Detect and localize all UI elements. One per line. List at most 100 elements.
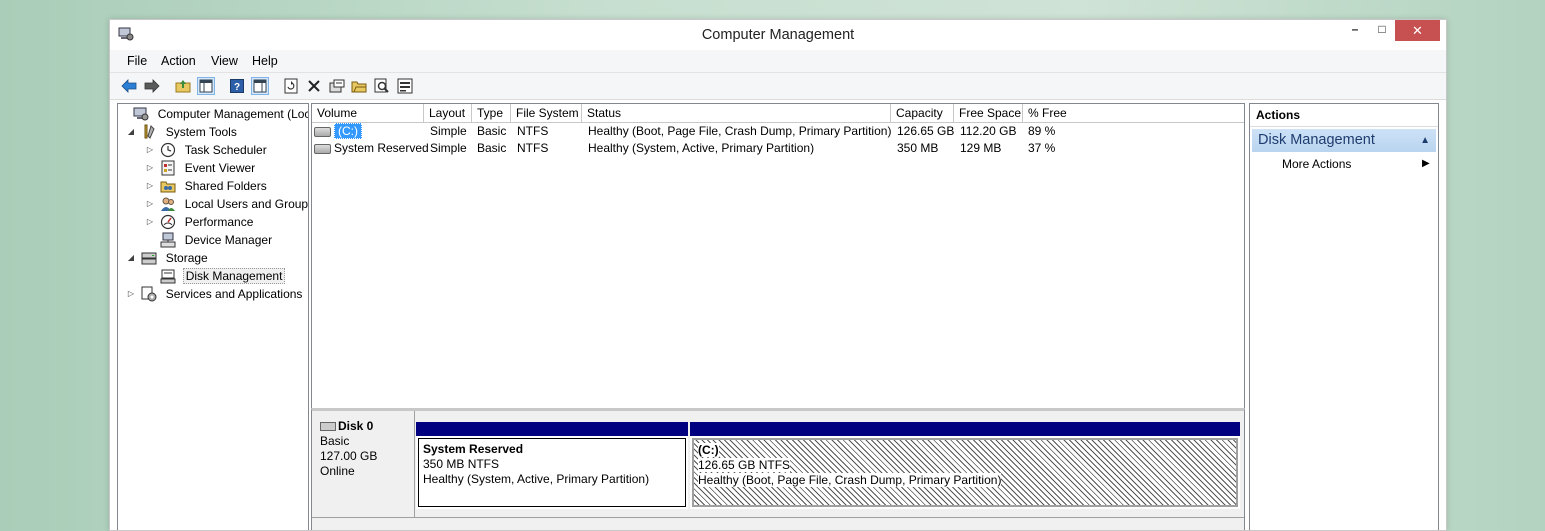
properties-icon[interactable] [328,77,346,95]
column-header-capacity[interactable]: Capacity [891,104,954,123]
menu-view[interactable]: View [211,54,238,68]
tree-item-shared-folders[interactable]: ▷ Shared Folders [145,177,269,195]
tree-expander[interactable]: ◢ [126,249,136,267]
computer-management-window: Computer Management – □ ✕ File Action Vi… [109,19,1447,531]
forward-arrow-icon[interactable] [143,77,161,95]
close-button[interactable]: ✕ [1395,20,1440,41]
minimize-button[interactable]: – [1342,22,1368,43]
tree-item-label: Event Viewer [184,161,256,175]
maximize-button[interactable]: □ [1369,22,1395,43]
disk-info[interactable]: Disk 0 Basic 127.00 GB Online [312,411,415,517]
volume-icon [314,126,331,137]
help-icon[interactable]: ? [228,77,246,95]
menu-help[interactable]: Help [252,54,278,68]
volume-icon [314,143,331,154]
open-icon[interactable] [350,77,368,95]
refresh-icon[interactable] [282,77,300,95]
partition-status: Healthy (Boot, Page File, Crash Dump, Pr… [698,473,1232,488]
storage-icon [141,252,157,265]
title-bar[interactable]: Computer Management – □ ✕ [110,20,1446,49]
partition-bar [416,422,688,436]
percent-free-cell: 37 % [1028,141,1056,155]
partition-c[interactable]: (C:) 126.65 GB NTFS Healthy (Boot, Page … [690,422,1240,509]
collapse-caret-icon[interactable]: ▲ [1420,129,1430,152]
delete-icon[interactable] [305,77,323,95]
actions-title: Actions [1250,104,1438,127]
partition-name-text: (C:) [698,443,719,457]
tree-item-label: Local Users and Groups [184,197,309,211]
find-icon[interactable] [373,77,391,95]
tree-item-label: Services and Applications [165,287,303,301]
tree-expander[interactable]: ▷ [145,159,155,177]
status-cell: Healthy (Boot, Page File, Crash Dump, Pr… [588,124,892,138]
settings-icon[interactable] [396,77,414,95]
device-manager-icon [160,232,176,248]
column-header-status[interactable]: Status [582,104,891,123]
tree-item-performance[interactable]: ▷ Performance [145,213,255,231]
system-tools-icon [144,124,155,139]
volume-list: Volume Layout Type File System Status Ca… [311,103,1245,409]
column-header-percent-free[interactable]: % Free [1023,104,1244,123]
tree-item-storage[interactable]: ◢ Storage [126,249,210,267]
layout-cell: Simple [430,141,467,155]
column-header-file-system[interactable]: File System [511,104,582,123]
tree-item-label: System Tools [165,125,237,139]
menu-file[interactable]: File [127,54,147,68]
menu-action[interactable]: Action [161,54,196,68]
tree-expander[interactable]: ◢ [126,123,136,141]
show-hide-console-tree-icon[interactable] [197,77,215,95]
column-header-volume[interactable]: Volume [312,104,424,123]
more-actions-item[interactable]: More Actions [1282,155,1351,173]
percent-free-cell: 89 % [1028,124,1056,138]
tree-item-label: Shared Folders [184,179,267,193]
submenu-arrow-icon: ▶ [1422,158,1430,169]
tree-item-local-users-groups[interactable]: ▷ Local Users and Groups [145,195,309,213]
partition-system-reserved[interactable]: System Reserved 350 MB NTFS Healthy (Sys… [416,422,688,509]
tree-expander[interactable]: ▷ [145,177,155,195]
tree-item-disk-management[interactable]: Disk Management [145,267,286,285]
free-space-cell: 129 MB [960,141,1002,155]
column-header-type[interactable]: Type [472,104,511,123]
tree-expander[interactable]: ▷ [145,213,155,231]
capacity-cell: 350 MB [897,141,939,155]
up-folder-icon[interactable] [174,77,192,95]
disk-graphical-view: Disk 0 Basic 127.00 GB Online System Res… [311,408,1245,530]
menu-bar: File Action View Help [110,50,1446,73]
tree-item-computer-management[interactable]: Computer Management (Local [118,105,309,123]
actions-section-disk-management[interactable]: Disk Management ▲ [1252,129,1436,152]
type-cell: Basic [477,124,507,138]
column-header-layout[interactable]: Layout [424,104,472,123]
type-cell: Basic [477,141,507,155]
tree-expander[interactable]: ▷ [126,285,136,303]
computer-management-icon [133,107,149,121]
partition-status: Healthy (System, Active, Primary Partiti… [423,472,650,486]
clock-icon [161,142,176,158]
disk-type: Basic [320,434,350,448]
back-arrow-icon[interactable] [120,77,138,95]
disk-icon [320,422,336,432]
partition-bar [690,422,1240,436]
file-system-cell: NTFS [517,124,549,138]
tree-item-device-manager[interactable]: Device Manager [145,231,274,249]
disk-management-icon [160,269,176,284]
capacity-cell: 126.65 GB [897,124,955,138]
column-header-free-space[interactable]: Free Space [954,104,1023,123]
users-icon [161,197,176,211]
tree-item-services-applications[interactable]: ▷ Services and Applications [126,285,304,303]
show-hide-action-pane-icon[interactable] [251,77,269,95]
partition-body: System Reserved 350 MB NTFS Healthy (Sys… [418,438,686,507]
tree-expander[interactable]: ▷ [145,195,155,213]
toolbar: ? [110,73,1446,100]
status-cell: Healthy (System, Active, Primary Partiti… [588,141,815,155]
tree-item-label: Computer Management (Local [157,107,309,121]
volume-cell: System Reserved [314,140,429,157]
svg-text:?: ? [234,82,240,93]
tree-item-system-tools[interactable]: ◢ System Tools [126,123,239,141]
tree-expander[interactable]: ▷ [145,141,155,159]
partition-size-text: 126.65 GB NTFS [698,458,791,472]
partition-name: (C:) [698,443,1232,458]
partition-name: System Reserved [423,442,524,456]
tree-item-task-scheduler[interactable]: ▷ Task Scheduler [145,141,269,159]
performance-icon [161,214,176,230]
tree-item-event-viewer[interactable]: ▷ Event Viewer [145,159,257,177]
